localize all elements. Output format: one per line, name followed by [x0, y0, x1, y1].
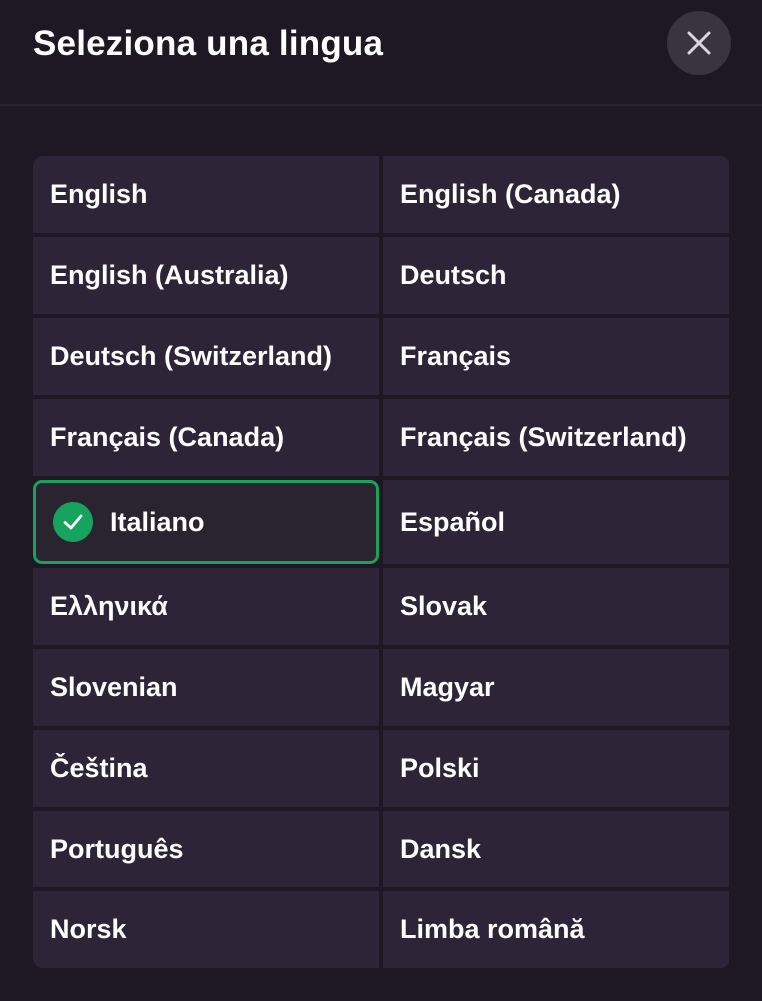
language-label: Deutsch: [400, 260, 507, 290]
language-option-norsk[interactable]: Norsk: [33, 891, 379, 968]
language-option-italiano[interactable]: Italiano: [33, 480, 379, 564]
language-label: Dansk: [400, 833, 482, 864]
language-grid: English English (Canada) English (Austra…: [33, 156, 730, 968]
language-label: Slovak: [400, 591, 488, 621]
language-option-slovak[interactable]: Slovak: [383, 568, 729, 645]
language-label: Français (Switzerland): [400, 422, 687, 452]
close-icon: [687, 31, 711, 55]
language-label: Português: [50, 833, 184, 864]
language-option-francais-canada[interactable]: Français (Canada): [33, 399, 379, 476]
language-option-deutsch-switzerland[interactable]: Deutsch (Switzerland): [33, 318, 379, 395]
language-option-english-canada[interactable]: English (Canada): [383, 156, 729, 233]
language-label: Magyar: [400, 672, 495, 702]
language-option-ellinika[interactable]: Ελληνικά: [33, 568, 379, 645]
language-option-magyar[interactable]: Magyar: [383, 649, 729, 726]
language-label: Polski: [400, 753, 480, 783]
language-option-english-australia[interactable]: English (Australia): [33, 237, 379, 314]
language-option-polski[interactable]: Polski: [383, 730, 729, 807]
language-label: Deutsch (Switzerland): [50, 341, 333, 371]
language-label: Español: [400, 506, 506, 537]
language-label: Norsk: [50, 914, 127, 944]
language-label: Français (Canada): [50, 422, 285, 452]
language-label: Italiano: [110, 506, 205, 537]
language-label: English (Australia): [50, 260, 289, 290]
language-option-deutsch[interactable]: Deutsch: [383, 237, 729, 314]
language-option-portugues[interactable]: Português: [33, 811, 379, 887]
language-label: Čeština: [50, 753, 148, 783]
language-option-cestina[interactable]: Čeština: [33, 730, 379, 807]
language-label: English (Canada): [400, 179, 621, 209]
language-option-limba-romana[interactable]: Limba română: [383, 891, 729, 968]
close-button[interactable]: [667, 11, 731, 75]
language-option-espanol[interactable]: Español: [383, 480, 729, 564]
language-option-francais[interactable]: Français: [383, 318, 729, 395]
language-option-dansk[interactable]: Dansk: [383, 811, 729, 887]
modal-header: Seleziona una lingua: [0, 0, 762, 106]
language-label: Français: [400, 341, 512, 371]
language-label: Limba română: [400, 914, 585, 944]
language-label: Ελληνικά: [50, 591, 168, 621]
page-title: Seleziona una lingua: [33, 24, 384, 63]
language-option-francais-switzerland[interactable]: Français (Switzerland): [383, 399, 729, 476]
check-icon: [53, 502, 93, 542]
language-option-slovenian[interactable]: Slovenian: [33, 649, 379, 726]
language-label: English: [50, 179, 148, 209]
language-label: Slovenian: [50, 672, 178, 702]
language-option-english[interactable]: English: [33, 156, 379, 233]
